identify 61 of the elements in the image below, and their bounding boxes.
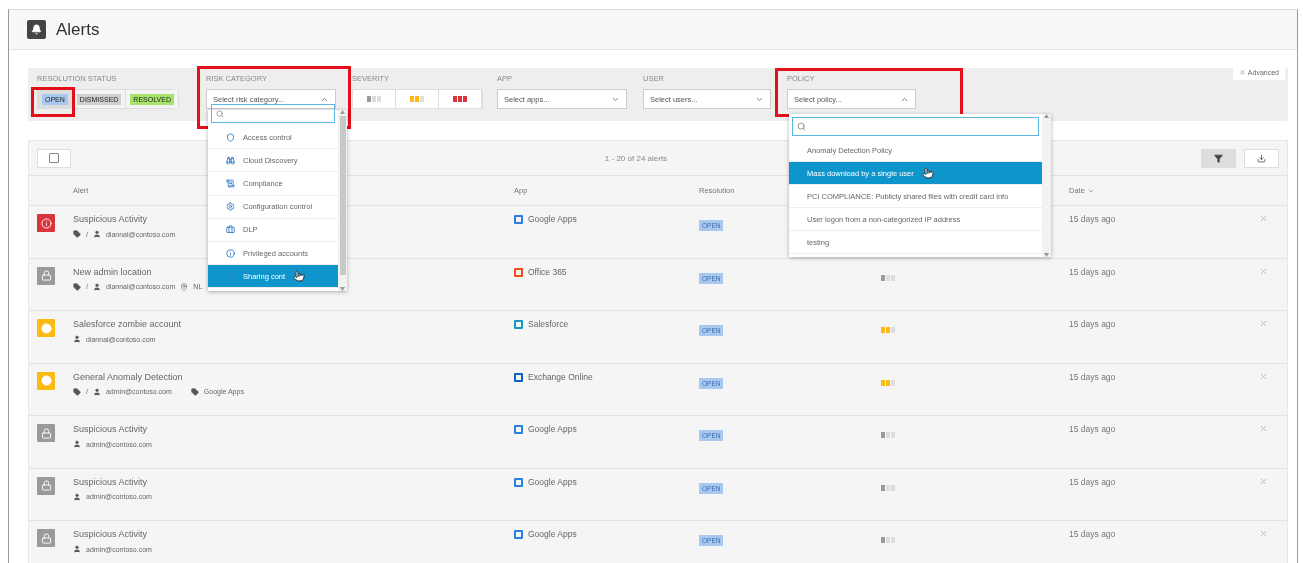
alert-title[interactable]: Suspicious Activity: [73, 214, 148, 224]
hand-cursor-icon: [293, 270, 306, 283]
alert-title[interactable]: Salesforce zombie account: [73, 319, 182, 329]
alert-date: 15 days ago: [1069, 266, 1117, 277]
tag-icon: [73, 230, 81, 238]
app-name: Salesforce: [528, 319, 569, 329]
scroll-icon: [226, 178, 235, 188]
download-button[interactable]: [1244, 148, 1279, 168]
info-icon: [226, 248, 235, 258]
user-icon: [73, 440, 81, 448]
scrollbar[interactable]: [1042, 114, 1051, 257]
scroll-down-icon[interactable]: [340, 287, 345, 291]
tag-icon: [73, 282, 81, 291]
gear-icon: [226, 202, 235, 212]
alert-title[interactable]: Suspicious Activity: [73, 476, 148, 487]
search-icon: [216, 109, 224, 118]
app-name: Google Apps: [528, 424, 577, 434]
select-all-checkbox[interactable]: [37, 148, 71, 168]
shield-icon: [226, 132, 235, 142]
download-icon: [1257, 153, 1266, 163]
binoculars-icon: [226, 155, 235, 165]
alert-count: 1 - 20 of 24 alerts: [604, 153, 668, 163]
alert-date: 15 days ago: [1069, 319, 1117, 329]
scroll-down-icon[interactable]: [1044, 253, 1049, 257]
alert-date: 15 days ago: [1069, 424, 1117, 434]
tag-icon: [73, 387, 81, 396]
search-field[interactable]: [211, 104, 335, 123]
user-icon: [92, 387, 101, 396]
search-icon: [797, 122, 806, 131]
tag-icon: [190, 387, 199, 396]
user-icon: [92, 230, 101, 238]
alert-date: 15 days ago: [1069, 371, 1117, 382]
alert-title[interactable]: Suspicious Activity: [73, 424, 148, 434]
page-title: Alerts: [56, 19, 100, 40]
alert-title[interactable]: New admin location: [73, 266, 152, 277]
alert-title[interactable]: Suspicious Activity: [73, 529, 148, 539]
app-name: Google Apps: [528, 476, 577, 487]
app-name: Exchange Online: [528, 371, 593, 382]
share-icon: [226, 271, 235, 281]
scrollbar[interactable]: [338, 110, 347, 291]
double-chevron-icon: [1238, 69, 1246, 76]
user-icon: [73, 545, 81, 553]
filter-icon: [1214, 153, 1223, 163]
scroll-up-icon[interactable]: [1044, 114, 1049, 118]
user-icon: [73, 492, 81, 501]
bell-icon: [27, 20, 46, 39]
alert-date: 15 days ago: [1069, 529, 1117, 539]
filter-button[interactable]: [1201, 148, 1236, 168]
alert-title[interactable]: General Anomaly Detection: [73, 371, 183, 382]
search-field[interactable]: [792, 117, 1039, 136]
alert-date: 15 days ago: [1069, 476, 1117, 487]
app-name: Google Apps: [528, 529, 577, 539]
user-icon: [73, 335, 81, 343]
app-name: Office 365: [528, 266, 567, 277]
hand-cursor-icon: [921, 167, 934, 179]
location-icon: [180, 282, 189, 291]
alert-date: 15 days ago: [1069, 214, 1117, 224]
app-name: Google Apps: [528, 214, 577, 224]
briefcase-icon: [226, 225, 235, 235]
scroll-up-icon[interactable]: [340, 110, 345, 114]
user-icon: [92, 282, 101, 291]
